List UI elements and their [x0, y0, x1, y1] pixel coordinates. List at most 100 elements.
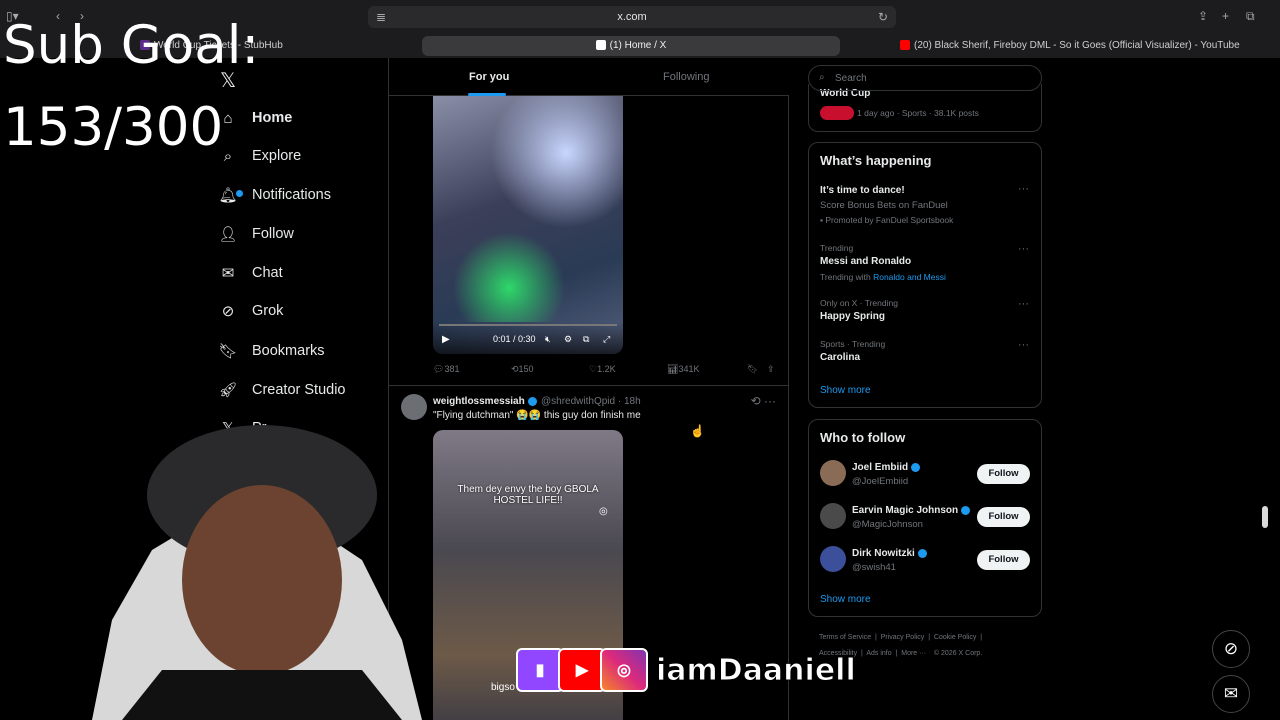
whats-happening-title: What’s happening	[820, 153, 932, 168]
rocket-icon: 🚀︎	[218, 382, 238, 399]
social-handle: iamDaaniell	[656, 652, 857, 688]
avatar[interactable]	[401, 394, 427, 420]
share-button[interactable]: ⇪	[767, 364, 775, 375]
mute-icon[interactable]: 🔇︎	[545, 334, 551, 345]
right-sidebar: World Cup 1 day ago · Sports · 38.1K pos…	[808, 58, 1042, 720]
person-plus-icon: 👤︎	[218, 226, 238, 243]
media-bottom-text: bigso	[491, 682, 515, 693]
more-options-icon[interactable]: ···	[1018, 298, 1029, 310]
footer-link[interactable]: More ···	[901, 650, 926, 657]
reply-button[interactable]: 💬︎ 381	[433, 364, 459, 375]
notification-dot	[236, 190, 243, 197]
url-text: x.com	[617, 11, 647, 23]
reload-icon[interactable]: ↻	[878, 10, 888, 24]
tab-overview-icon[interactable]: ⧉	[1246, 9, 1255, 24]
messages-fab-icon[interactable]: ✉	[1212, 675, 1250, 713]
share-icon[interactable]: ⇪	[1198, 9, 1208, 23]
social-overlay: ▮ ▶ ◎ iamDaaniell	[516, 646, 856, 694]
tweet-handle[interactable]: @shredwithQpid · 18h	[541, 396, 641, 407]
screen: ▯▾ ‹ › ≣ x.com ↻ ⇪ + ⧉ World Cup Tickets…	[0, 0, 1280, 720]
fullscreen-icon[interactable]: ⤢	[603, 334, 610, 345]
tab-following[interactable]: Following	[663, 71, 709, 83]
like-button[interactable]: ♡ 1.2K	[589, 364, 616, 375]
video-frame-image	[433, 96, 623, 322]
nav-follow[interactable]: 👤︎ Follow	[218, 217, 293, 251]
youtube-favicon-icon	[900, 40, 910, 51]
grok-fab-icon[interactable]: ⊘	[1212, 630, 1250, 668]
video-player[interactable]: ▶ 0:01 / 0:30 🔇︎ ⚙ ⧉ ⤢	[433, 96, 623, 354]
views-count[interactable]: 📊︎ 341K	[667, 364, 699, 375]
footer-link[interactable]: Terms of Service	[819, 634, 871, 641]
instagram-icon: ◎	[600, 648, 648, 692]
avatar	[820, 546, 846, 572]
bookmark-icon: 🔖︎	[218, 343, 238, 360]
media-caption: Them dey envy the boy GBOLA HOSTEL LIFE!…	[457, 484, 599, 506]
top-trend-meta: 1 day ago · Sports · 38.1K posts	[857, 108, 979, 118]
nav-chat[interactable]: ✉ Chat	[218, 256, 283, 290]
tweet-divider	[389, 385, 789, 386]
more-options-icon[interactable]: ···	[1018, 243, 1029, 255]
tab-x-home[interactable]: (1) Home / X	[422, 36, 840, 56]
new-tab-icon[interactable]: +	[1222, 9, 1229, 23]
promoted-label: ▪ Promoted by FanDuel Sportsbook	[820, 215, 954, 225]
more-options-icon[interactable]: ⟲ ···	[751, 394, 776, 408]
nav-grok[interactable]: ⊘ Grok	[218, 294, 284, 328]
copyright: © 2026 X Corp.	[933, 650, 983, 657]
search-icon: ⌕	[819, 72, 825, 83]
nav-notifications[interactable]: 🔔︎ Notifications	[218, 178, 331, 212]
verified-badge-icon	[917, 548, 927, 558]
footer-link[interactable]: Cookie Policy	[934, 634, 976, 641]
bell-icon: 🔔︎	[218, 185, 243, 205]
top-trend-card[interactable]: World Cup 1 day ago · Sports · 38.1K pos…	[808, 84, 1042, 132]
sub-goal-label: Sub Goal:	[3, 15, 260, 76]
face-shape	[182, 485, 342, 675]
trend-link[interactable]: Ronaldo and Messi	[873, 272, 946, 282]
tweet-actions: 💬︎ 381 ⟲ 150 ♡ 1.2K 📊︎ 341K 🔖︎ ⇪	[433, 364, 775, 378]
twitch-icon: ▮	[516, 648, 564, 692]
instagram-icon: ◎	[599, 506, 608, 517]
pip-icon[interactable]: ⧉	[583, 334, 589, 345]
bookmark-button[interactable]: 🔖︎	[747, 364, 758, 375]
verified-badge-icon	[961, 505, 971, 515]
webcam-overlay	[92, 425, 422, 720]
scrollbar-thumb[interactable]	[1262, 506, 1268, 528]
whats-happening-card: What’s happening It’s time to dance! Sco…	[808, 142, 1042, 408]
follow-button[interactable]: Follow	[977, 550, 1030, 570]
shirt-shape	[122, 670, 402, 720]
search-input[interactable]: ⌕ Search	[808, 65, 1042, 91]
tab-youtube[interactable]: (20) Black Sherif, Fireboy DML - So it G…	[900, 36, 1270, 56]
feed-tabs: For you Following	[389, 58, 789, 96]
tweet-username[interactable]: weightlossmessiah	[433, 396, 537, 407]
who-to-follow-title: Who to follow	[820, 430, 906, 445]
mouse-cursor-icon: ☝	[690, 424, 705, 438]
follow-button[interactable]: Follow	[977, 464, 1030, 484]
tab-for-you[interactable]: For you	[469, 71, 509, 83]
footer-link[interactable]: Ads info	[866, 650, 891, 657]
address-bar[interactable]: ≣ x.com ↻	[368, 6, 896, 28]
active-tab-indicator	[468, 93, 506, 96]
grok-icon: ⊘	[221, 303, 235, 320]
video-progress-track[interactable]	[439, 324, 617, 326]
more-options-icon[interactable]: ···	[1018, 339, 1029, 351]
follow-button[interactable]: Follow	[977, 507, 1030, 527]
who-to-follow-card: Who to follow Joel Embiid @JoelEmbiid Fo…	[808, 419, 1042, 617]
flags-icon	[820, 106, 854, 120]
tweet-text: "Flying dutchman" 😭😭 this guy don finish…	[433, 410, 641, 421]
footer-link[interactable]: Privacy Policy	[881, 634, 925, 641]
settings-icon[interactable]: ⚙	[564, 334, 572, 345]
show-more-link[interactable]: Show more	[820, 385, 871, 396]
video-time: 0:01 / 0:30	[493, 334, 536, 344]
repost-button[interactable]: ⟲ 150	[511, 364, 534, 375]
avatar	[820, 460, 846, 486]
more-options-icon[interactable]: ···	[1018, 183, 1029, 195]
nav-creator-studio[interactable]: 🚀︎ Creator Studio	[218, 373, 345, 407]
nav-bookmarks[interactable]: 🔖︎ Bookmarks	[218, 334, 324, 368]
x-favicon-icon	[595, 40, 606, 51]
video-controls: ▶ 0:01 / 0:30 🔇︎ ⚙ ⧉ ⤢	[433, 322, 623, 354]
sub-goal-overlay: Sub Goal: 153/300	[3, 18, 259, 156]
show-more-link[interactable]: Show more	[820, 594, 871, 605]
verified-badge-icon	[911, 462, 921, 472]
verified-badge-icon	[527, 396, 537, 406]
play-icon[interactable]: ▶	[442, 334, 450, 345]
sub-goal-value: 153/300	[3, 97, 224, 158]
